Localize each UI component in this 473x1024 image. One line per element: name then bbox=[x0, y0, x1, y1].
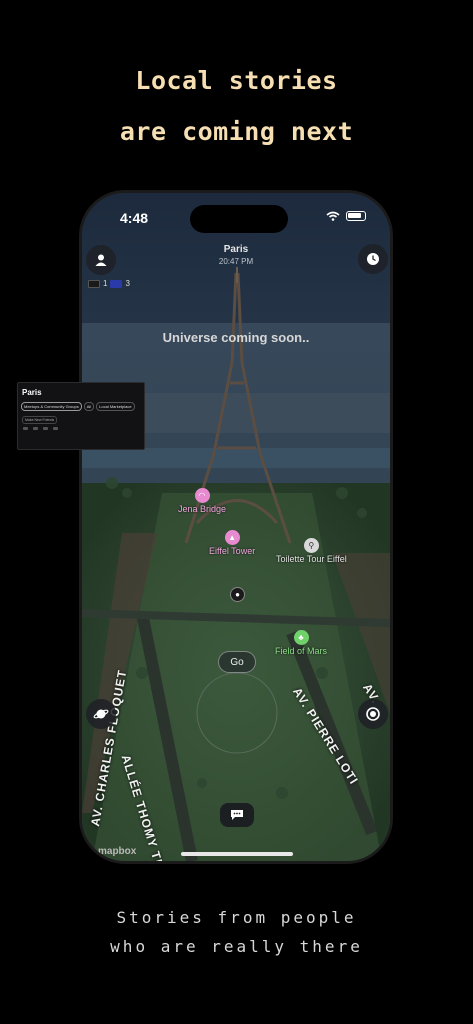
badge-row: 1 3 bbox=[88, 279, 130, 288]
chip-make-friends[interactable]: Make New Friends bbox=[22, 416, 58, 424]
headline-line-2: are coming next bbox=[119, 117, 354, 146]
status-icons bbox=[326, 211, 366, 221]
dynamic-island bbox=[190, 205, 288, 233]
poi-label: Eiffel Tower bbox=[209, 546, 256, 556]
flag-icon bbox=[88, 279, 100, 288]
badge-count-a: 1 bbox=[103, 279, 108, 288]
locate-button[interactable] bbox=[358, 699, 388, 729]
local-time: 20:47 PM bbox=[218, 257, 254, 266]
bridge-icon: ◠ bbox=[194, 488, 210, 503]
poi-toilette[interactable]: ⚲ Toilette Tour Eiffel bbox=[276, 538, 347, 564]
universe-button[interactable] bbox=[86, 699, 116, 729]
poi-eiffel-tower[interactable]: ▲ Eiffel Tower bbox=[209, 530, 255, 556]
city-panel: Paris Meetups & Community Groups All Loc… bbox=[17, 382, 145, 450]
badge-count-b: 3 bbox=[125, 279, 130, 288]
mapbox-attribution[interactable]: mapbox bbox=[98, 846, 136, 857]
toilet-icon: ⚲ bbox=[303, 538, 319, 553]
poi-label: Field of Mars bbox=[275, 646, 328, 656]
status-time: 4:48 bbox=[120, 210, 149, 226]
chip-all[interactable]: All bbox=[83, 402, 95, 411]
chat-bubble-icon bbox=[231, 810, 243, 820]
chip-marketplace[interactable]: Local Marketplace bbox=[96, 402, 135, 411]
poi-jena-bridge[interactable]: ◠ Jena Bridge bbox=[178, 488, 226, 514]
tagline-line-1: Stories from people bbox=[116, 908, 357, 927]
tagline-line-2: who are really there bbox=[110, 937, 363, 956]
poi-label: Jena Bridge bbox=[178, 504, 227, 514]
person-icon: ● bbox=[230, 587, 245, 602]
panel-title: Paris bbox=[22, 388, 42, 397]
panel-stats bbox=[23, 427, 58, 430]
phone-mockup: 4:48 Paris 20:47 PM 1 3 Universe coming … bbox=[79, 190, 393, 864]
battery-icon bbox=[346, 211, 366, 221]
stat-icon bbox=[33, 427, 38, 430]
park-icon: ♣ bbox=[293, 630, 309, 645]
chat-button[interactable] bbox=[220, 803, 254, 827]
go-button[interactable]: Go bbox=[218, 651, 256, 673]
headline-line-1: Local stories bbox=[135, 66, 338, 95]
wifi-icon bbox=[326, 211, 340, 221]
poi-unnamed[interactable]: ● bbox=[230, 587, 245, 602]
category-chips: Meetups & Community Groups All Local Mar… bbox=[21, 402, 135, 411]
poi-label: Toilette Tour Eiffel bbox=[276, 554, 347, 564]
home-indicator[interactable] bbox=[181, 852, 293, 856]
chip-meetups[interactable]: Meetups & Community Groups bbox=[21, 402, 82, 411]
poi-field-of-mars[interactable]: ♣ Field of Mars bbox=[275, 630, 327, 656]
universe-message: Universe coming soon.. bbox=[162, 330, 310, 345]
city-name: Paris bbox=[223, 244, 249, 255]
target-icon bbox=[366, 707, 380, 721]
stat-icon bbox=[43, 427, 48, 430]
eu-flag-icon bbox=[110, 279, 123, 288]
stat-icon bbox=[23, 427, 28, 430]
monument-icon: ▲ bbox=[224, 530, 240, 545]
planet-icon bbox=[93, 709, 109, 719]
stat-icon bbox=[53, 427, 58, 430]
